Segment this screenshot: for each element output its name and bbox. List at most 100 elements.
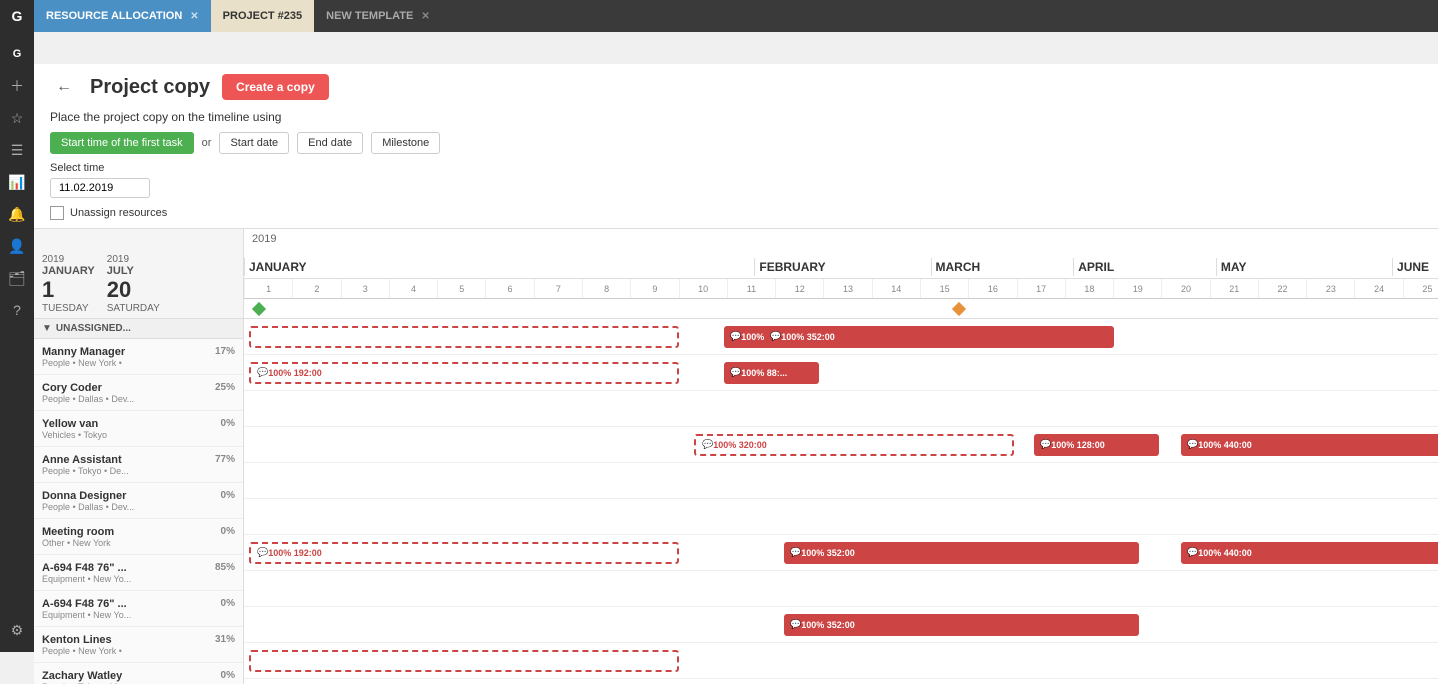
- timeline-container: 2019 JANUARY 1 TUESDAY 2019 JULY 20 SATU…: [34, 229, 1438, 684]
- week-22: 22: [1258, 279, 1306, 298]
- sidebar-icon-home[interactable]: G: [3, 40, 31, 68]
- task-bar[interactable]: 💬 100% 352:00: [764, 326, 1114, 348]
- resource-name-text: Manny Manager: [42, 346, 125, 358]
- resource-name-text: Yellow van: [42, 418, 98, 430]
- resource-sub: Equipment • New Yo...: [42, 574, 235, 584]
- unassign-label: Unassign resources: [70, 207, 167, 219]
- task-icon: 💬: [730, 367, 741, 378]
- resource-name-text: A-694 F48 76" ...: [42, 562, 127, 574]
- resource-sub: People • Dallas • Dev...: [42, 502, 235, 512]
- task-bar[interactable]: 💬 100% 352:00: [784, 542, 1139, 564]
- task-icon: 💬: [770, 331, 781, 342]
- list-item[interactable]: Kenton Lines31% People • New York •: [34, 627, 243, 663]
- tab-project-235[interactable]: PROJECT #235: [211, 0, 314, 32]
- resource-date-header: 2019 JANUARY 1 TUESDAY 2019 JULY 20 SATU…: [34, 229, 243, 319]
- place-text: Place the project copy on the timeline u…: [50, 110, 1422, 124]
- sidebar-icon-user[interactable]: 👤: [3, 232, 31, 260]
- task-bar[interactable]: 💬 100% 320:00: [694, 434, 1014, 456]
- list-item[interactable]: Cory Coder25% People • Dallas • Dev...: [34, 375, 243, 411]
- end-date-option[interactable]: End date: [297, 132, 363, 154]
- resource-pct: 17%: [215, 346, 235, 357]
- resource-sub: Vehicles • Tokyo: [42, 430, 235, 440]
- list-item[interactable]: A-694 F48 76" ...0% Equipment • New Yo..…: [34, 591, 243, 627]
- sidebar-icon-add[interactable]: ＋: [3, 72, 31, 100]
- task-bar[interactable]: 💬 100% 352:00: [784, 614, 1139, 636]
- week-19: 19: [1113, 279, 1161, 298]
- start-time-option[interactable]: Start time of the first task: [50, 132, 194, 154]
- task-bar[interactable]: 💬 100% 128:00: [1034, 434, 1159, 456]
- task-row-cory: 💬 100% 192:00 💬 100% 88:...: [244, 355, 1438, 391]
- sidebar-icon-help[interactable]: ?: [3, 296, 31, 324]
- week-4: 4: [389, 279, 437, 298]
- month-february: FEBRUARY: [754, 258, 930, 276]
- task-icon: 💬: [1187, 439, 1198, 450]
- list-item[interactable]: Manny Manager17% People • New York •: [34, 339, 243, 375]
- list-item[interactable]: Yellow van0% Vehicles • Tokyo: [34, 411, 243, 447]
- resource-list: 2019 JANUARY 1 TUESDAY 2019 JULY 20 SATU…: [34, 229, 244, 684]
- resource-name-text: Anne Assistant: [42, 454, 122, 466]
- sidebar-icon-list[interactable]: ☰: [3, 136, 31, 164]
- tab-close-new-template-icon[interactable]: ✕: [421, 11, 429, 22]
- sidebar-icon-settings[interactable]: ⚙: [3, 616, 31, 644]
- list-item[interactable]: Zachary Watley0% People • Tokyo • Ma...: [34, 663, 243, 684]
- resource-pct: 25%: [215, 382, 235, 393]
- resource-pct: 0%: [221, 670, 235, 681]
- start-date-option[interactable]: Start date: [219, 132, 289, 154]
- months-header: 2019 JANUARY FEBRUARY MARCH APRIL MAY JU…: [244, 229, 1438, 279]
- sidebar-icon-bell[interactable]: 🔔: [3, 200, 31, 228]
- tab-bar: G RESOURCE ALLOCATION ✕ PROJECT #235 NEW…: [0, 0, 1438, 32]
- resource-sub: People • Tokyo • De...: [42, 466, 235, 476]
- week-14: 14: [872, 279, 920, 298]
- list-item[interactable]: A-694 F48 76" ...85% Equipment • New Yo.…: [34, 555, 243, 591]
- task-icon: 💬: [730, 331, 741, 342]
- unassign-checkbox[interactable]: [50, 206, 64, 220]
- sidebar-icon-star[interactable]: ☆: [3, 104, 31, 132]
- list-item[interactable]: Donna Designer0% People • Dallas • Dev..…: [34, 483, 243, 519]
- select-time-label: Select time: [50, 162, 1422, 174]
- date-input[interactable]: [50, 178, 150, 198]
- year-label: 2019: [244, 229, 284, 249]
- create-copy-button[interactable]: Create a copy: [222, 74, 329, 100]
- resource-sub: People • Dallas • Dev...: [42, 394, 235, 404]
- week-17: 17: [1017, 279, 1065, 298]
- unassigned-header[interactable]: ▼ UNASSIGNED...: [34, 319, 243, 339]
- list-item[interactable]: Anne Assistant77% People • Tokyo • De...: [34, 447, 243, 483]
- week-8: 8: [582, 279, 630, 298]
- task-icon: 💬: [1040, 439, 1051, 450]
- task-row-a694-1: 💬 100% 192:00 💬 100% 352:00 💬 100% 440:0…: [244, 535, 1438, 571]
- sidebar-icon-chart[interactable]: 📊: [3, 168, 31, 196]
- task-row-zachary: [244, 643, 1438, 679]
- milestone-option[interactable]: Milestone: [371, 132, 440, 154]
- left-weekday: TUESDAY: [42, 303, 95, 314]
- task-row-anne: 💬 100% 320:00 💬 100% 128:00 💬 100% 440:0…: [244, 427, 1438, 463]
- tab-resource-allocation[interactable]: RESOURCE ALLOCATION ✕: [34, 0, 211, 32]
- back-button[interactable]: ←: [50, 76, 78, 98]
- week-15: 15: [920, 279, 968, 298]
- task-bar[interactable]: 💬 100% 88:...: [724, 362, 819, 384]
- list-item[interactable]: Meeting room0% Other • New York: [34, 519, 243, 555]
- sidebar: G ＋ ☆ ☰ 📊 🔔 👤 🗂 ? ⚙: [0, 32, 34, 652]
- month-march: MARCH: [931, 258, 1074, 276]
- tab-new-template[interactable]: NEW TEMPLATE ✕: [314, 0, 442, 32]
- week-12: 12: [775, 279, 823, 298]
- collapse-icon: ▼: [42, 323, 52, 334]
- task-bar[interactable]: 💬 100% 192:00: [249, 362, 679, 384]
- task-bar[interactable]: 💬 100% 440:00: [1181, 542, 1438, 564]
- week-21: 21: [1210, 279, 1258, 298]
- week-25: 25: [1403, 279, 1438, 298]
- task-bar[interactable]: 💬 100% 440:00: [1181, 434, 1438, 456]
- week-13: 13: [823, 279, 871, 298]
- resource-sub: Other • New York: [42, 538, 235, 548]
- task-bar[interactable]: [249, 326, 679, 348]
- right-year: 2019: [107, 254, 160, 265]
- task-bar[interactable]: [249, 650, 679, 672]
- tab-close-icon[interactable]: ✕: [190, 11, 198, 22]
- timeline-grid[interactable]: 2019 JANUARY FEBRUARY MARCH APRIL MAY JU…: [244, 229, 1438, 684]
- sidebar-icon-folder[interactable]: 🗂: [3, 264, 31, 292]
- week-11: 11: [727, 279, 775, 298]
- task-bar[interactable]: 💬 100% 192:00: [249, 542, 679, 564]
- resource-pct: 0%: [221, 490, 235, 501]
- resource-sub: People • New York •: [42, 646, 235, 656]
- diamond-orange-marker: [952, 302, 966, 316]
- task-icon: 💬: [257, 547, 268, 558]
